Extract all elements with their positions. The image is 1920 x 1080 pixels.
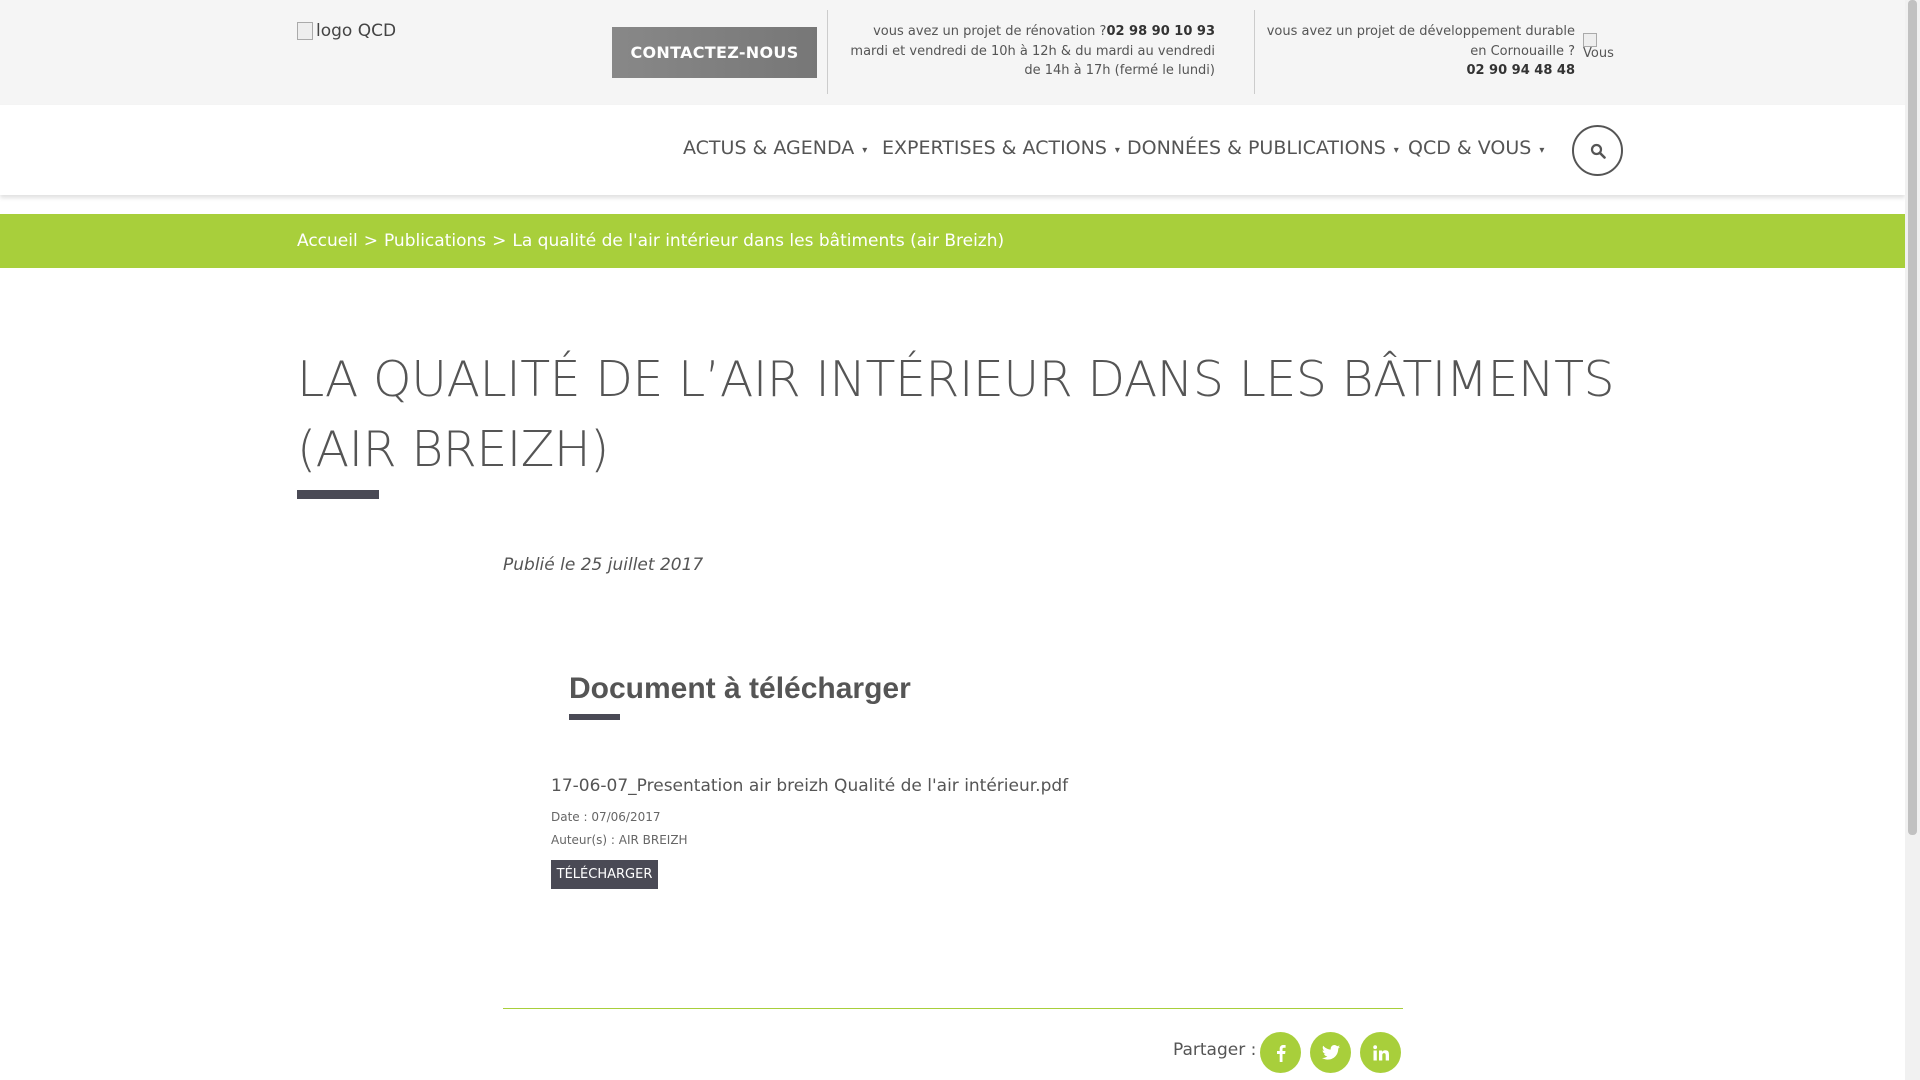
twitter-icon[interactable] [1310,1032,1351,1073]
vous-alt-text: Vous [1583,46,1614,61]
nav-item-qcd-vous[interactable]: QCD & VOUS ▾ [1408,137,1544,159]
breadcrumb-home[interactable]: Accueil [297,231,358,251]
file-author: Auteur(s) : AIR BREIZH [551,833,688,847]
page-scrollbar[interactable] [1905,0,1920,1080]
breadcrumb: Accueil > Publications > La qualité de l… [297,231,1004,251]
renovation-question: vous avez un projet de rénovation ? [873,24,1107,39]
breadcrumb-bar: Accueil > Publications > La qualité de l… [0,214,1905,268]
share-label: Partager : [1173,1040,1257,1060]
scrollbar-thumb[interactable] [1908,0,1917,835]
facebook-icon[interactable] [1260,1032,1301,1073]
header-divider [1254,10,1255,94]
divider [503,1008,1403,1009]
renovation-info: vous avez un projet de rénovation ?02 98… [840,22,1215,81]
main-navigation: ACTUS & AGENDA ▾ EXPERTISES & ACTIONS ▾ … [0,105,1905,195]
developpement-question: vous avez un projet de développement dur… [1266,24,1575,59]
nav-item-label: QCD & VOUS [1408,137,1532,159]
renovation-hours: mardi et vendredi de 10h à 12h & du mard… [850,43,1215,79]
site-logo[interactable]: logo QCD [297,21,396,41]
linkedin-icon[interactable] [1360,1032,1401,1073]
breadcrumb-separator: > [492,231,507,251]
developpement-phone[interactable]: 02 90 94 48 48 [1466,63,1575,78]
search-button[interactable] [1572,125,1623,176]
top-header: logo QCD CONTACTEZ-NOUS vous avez un pro… [0,0,1905,105]
renovation-phone[interactable]: 02 98 90 10 93 [1106,24,1215,39]
download-button[interactable]: TÉLÉCHARGER [551,860,658,889]
broken-image-icon [1583,33,1597,47]
breadcrumb-publications[interactable]: Publications [384,231,486,251]
logo-alt-text: logo QCD [316,21,397,41]
breadcrumb-separator: > [363,231,378,251]
file-name[interactable]: 17-06-07_Presentation air breizh Qualité… [551,776,1068,796]
nav-item-donnees-publications[interactable]: DONNÉES & PUBLICATIONS ▾ [1127,137,1399,159]
document-heading: Document à télécharger [569,672,911,705]
header-divider [827,10,828,94]
file-date: Date : 07/06/2017 [551,810,661,824]
vous-image[interactable]: Vous [1583,33,1614,61]
search-icon [1590,143,1606,159]
breadcrumb-current: La qualité de l'air intérieur dans les b… [512,231,1005,251]
caret-down-icon: ▾ [862,144,868,156]
caret-down-icon: ▾ [1393,144,1399,156]
nav-item-expertises-actions[interactable]: EXPERTISES & ACTIONS ▾ [882,137,1120,159]
published-date: Publié le 25 juillet 2017 [503,555,704,575]
nav-item-label: ACTUS & AGENDA [683,137,855,159]
contact-button[interactable]: CONTACTEZ-NOUS [612,27,817,78]
broken-image-icon [297,22,313,40]
nav-item-label: EXPERTISES & ACTIONS [882,137,1107,159]
nav-item-actus-agenda[interactable]: ACTUS & AGENDA ▾ [683,137,867,159]
caret-down-icon: ▾ [1539,144,1545,156]
page-title: LA QUALITÉ DE L’AIR INTÉRIEUR DANS LES B… [297,351,1615,478]
nav-item-label: DONNÉES & PUBLICATIONS [1127,137,1386,159]
caret-down-icon: ▾ [1114,144,1120,156]
title-underline [297,490,379,499]
document-heading-underline [569,714,620,720]
developpement-info: vous avez un projet de développement dur… [1265,22,1575,81]
